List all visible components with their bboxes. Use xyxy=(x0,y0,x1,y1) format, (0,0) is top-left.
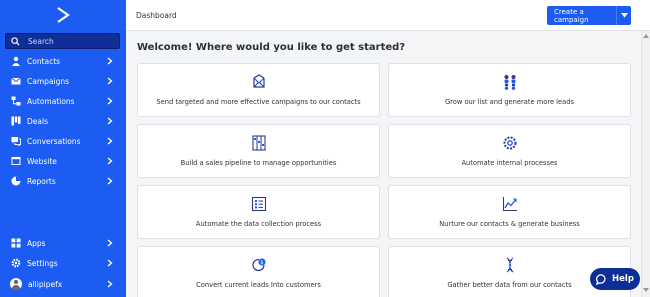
chevron-right-icon xyxy=(107,77,113,85)
vertical-scrollbar[interactable] xyxy=(641,31,650,297)
sidebar-item-label: Reports xyxy=(27,176,56,186)
card-label: Build a sales pipeline to manage opportu… xyxy=(180,159,337,167)
create-campaign-button[interactable]: Create a campaign xyxy=(547,6,631,25)
logo-chevron-icon[interactable] xyxy=(56,7,70,23)
card-label: Nurture our contacts & generate business xyxy=(439,220,580,228)
sidebar: Search Contacts Campaigns Automations De… xyxy=(0,0,126,297)
help-button[interactable]: Help xyxy=(590,268,640,290)
browser-icon xyxy=(11,157,21,165)
page-title: Welcome! Where would you like to get sta… xyxy=(137,42,406,53)
create-campaign-label: Create a campaign xyxy=(554,7,589,24)
chat-bubble-icon xyxy=(596,273,606,285)
avatar xyxy=(10,278,22,290)
flow-icon xyxy=(11,96,21,106)
sidebar-item-label: Deals xyxy=(27,116,48,126)
sidebar-item-account[interactable]: allipipefx xyxy=(0,276,126,292)
chevron-right-icon xyxy=(107,280,113,288)
chevron-right-icon xyxy=(107,177,113,185)
sidebar-item-website[interactable]: Website xyxy=(0,153,126,169)
account-name: allipipefx xyxy=(28,279,63,289)
chevron-right-icon xyxy=(107,97,113,105)
card-label: Send targeted and more effective campaig… xyxy=(156,98,361,106)
person-icon xyxy=(12,56,20,66)
pipeline-icon xyxy=(251,135,266,151)
chevron-right-icon xyxy=(107,259,113,267)
scroll-up-arrow-icon[interactable] xyxy=(643,34,649,38)
kanban-icon xyxy=(11,116,21,126)
chevron-right-icon xyxy=(107,137,113,145)
caret-down-icon xyxy=(620,13,628,18)
sidebar-item-settings[interactable]: Settings xyxy=(0,255,126,271)
chevron-right-icon xyxy=(107,239,113,247)
top-header: Dashboard Create a campaign xyxy=(126,0,650,31)
chevron-right-icon xyxy=(107,157,113,165)
card-label: Automate internal processes xyxy=(461,159,558,167)
sidebar-item-label: Contacts xyxy=(27,56,61,66)
sidebar-item-campaigns[interactable]: Campaigns xyxy=(0,73,126,89)
sidebar-item-label: Website xyxy=(27,156,57,166)
dollar-cycle-icon: $ xyxy=(251,258,265,272)
sidebar-item-automations[interactable]: Automations xyxy=(0,93,126,109)
scroll-down-arrow-icon[interactable] xyxy=(643,288,649,292)
sidebar-item-deals[interactable]: Deals xyxy=(0,113,126,129)
sidebar-item-reports[interactable]: Reports xyxy=(0,173,126,189)
card-label: Convert current leads Into customers xyxy=(196,281,321,289)
envelope-icon xyxy=(11,77,21,85)
search-icon xyxy=(11,36,20,46)
chevron-right-icon xyxy=(107,57,113,65)
gears-icon xyxy=(503,136,516,150)
gear-icon xyxy=(11,258,21,268)
card-sales-pipeline[interactable]: Build a sales pipeline to manage opportu… xyxy=(137,124,380,178)
chevron-right-icon xyxy=(107,117,113,125)
search-input[interactable]: Search xyxy=(5,33,120,49)
breadcrumb[interactable]: Dashboard xyxy=(136,11,177,20)
card-data-collection[interactable]: Automate the data collection process xyxy=(137,185,380,239)
card-convert-leads[interactable]: $ Convert current leads Into customers xyxy=(137,246,380,297)
checklist-icon xyxy=(251,196,266,212)
chat-icon xyxy=(11,137,21,146)
line-chart-icon xyxy=(502,197,517,212)
sidebar-item-label: Conversations xyxy=(27,136,81,146)
apps-grid-icon xyxy=(11,238,21,248)
card-label: Automate the data collection process xyxy=(195,220,322,228)
card-grow-list[interactable]: Grow our list and generate more leads xyxy=(388,63,631,117)
card-automate-processes[interactable]: Automate internal processes xyxy=(388,124,631,178)
sidebar-item-contacts[interactable]: Contacts xyxy=(0,53,126,69)
sidebar-item-label: Apps xyxy=(27,238,46,248)
envelope-send-icon xyxy=(252,74,265,88)
sidebar-item-label: Settings xyxy=(27,258,58,268)
create-campaign-dropdown[interactable] xyxy=(617,13,631,18)
sidebar-item-apps[interactable]: Apps xyxy=(0,235,126,251)
sidebar-item-conversations[interactable]: Conversations xyxy=(0,133,126,149)
card-send-campaigns[interactable]: Send targeted and more effective campaig… xyxy=(137,63,380,117)
help-label: Help xyxy=(612,274,634,284)
svg-text:$: $ xyxy=(260,260,263,266)
search-placeholder: Search xyxy=(28,36,54,46)
pie-chart-icon xyxy=(11,176,21,186)
sidebar-item-label: Campaigns xyxy=(27,76,70,86)
people-icon xyxy=(504,75,515,90)
card-nurture-contacts[interactable]: Nurture our contacts & generate business xyxy=(388,185,631,239)
dna-icon xyxy=(506,257,513,273)
sidebar-item-label: Automations xyxy=(27,96,75,106)
card-label: Grow our list and generate more leads xyxy=(444,98,574,106)
